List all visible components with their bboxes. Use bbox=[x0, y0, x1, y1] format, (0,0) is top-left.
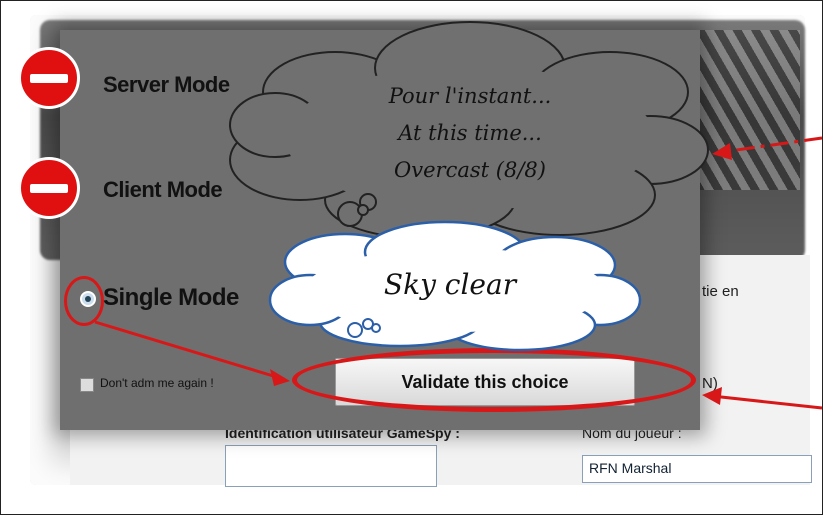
cloud-line: At this time... bbox=[398, 121, 542, 145]
cloud-bubble bbox=[371, 323, 381, 333]
clear-sky-text: Sky clear bbox=[383, 268, 517, 301]
overcast-cloud-text: Pour l'instant... At this time... Overca… bbox=[330, 78, 610, 189]
cloud-bubble bbox=[337, 201, 363, 227]
arrow-to-button bbox=[94, 320, 281, 380]
arrowhead bbox=[702, 387, 722, 405]
dashed-arrow bbox=[721, 136, 823, 154]
arrowhead bbox=[712, 143, 732, 160]
cloud-bubble bbox=[357, 204, 369, 216]
arrowhead bbox=[270, 369, 290, 386]
cloud-line: Overcast (8/8) bbox=[394, 158, 546, 182]
cloud-bubble bbox=[347, 322, 363, 338]
arrow-from-right bbox=[711, 394, 823, 410]
cloud-line: Pour l'instant... bbox=[388, 84, 552, 108]
